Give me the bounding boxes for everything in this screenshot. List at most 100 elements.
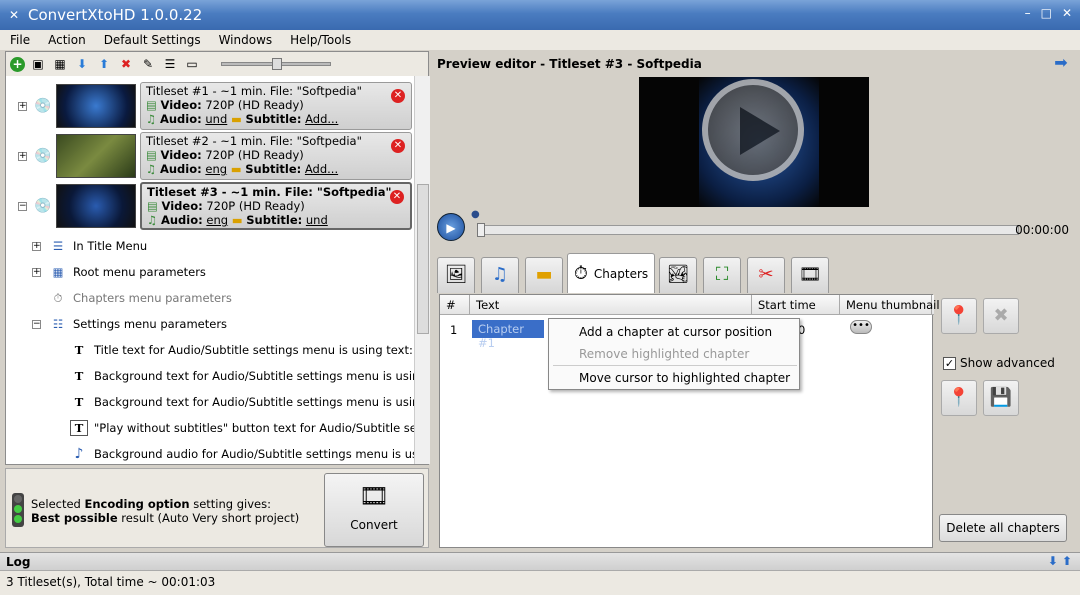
chapters-header: # Text Start time Menu thumbnail <box>440 295 940 315</box>
audio-link[interactable]: eng <box>205 162 227 176</box>
subtitle-link[interactable]: Add... <box>305 112 338 126</box>
stopwatch-icon: ⏱ <box>573 263 588 284</box>
titleset-card[interactable]: Titleset #1 - ~1 min. File: "Softpedia" … <box>140 82 412 130</box>
collapse-icon[interactable]: − <box>32 319 41 329</box>
save-chapters-icon[interactable]: 💾 <box>983 380 1019 416</box>
save-icon[interactable]: ▣ <box>29 55 47 73</box>
film-icon: ▤ <box>146 148 157 162</box>
add-icon[interactable]: + <box>10 56 25 72</box>
ctx-add-chapter[interactable]: Add a chapter at cursor position <box>579 325 772 339</box>
delete-all-chapters-button[interactable]: Delete all chapters <box>939 514 1067 542</box>
chapter-text[interactable]: Chapter #1 <box>472 320 544 350</box>
audio-link[interactable]: eng <box>206 213 228 227</box>
button-text-icon: T <box>70 420 88 436</box>
tree-settings-item[interactable]: T Background text for Audio/Subtitle set… <box>70 391 414 413</box>
tab-subtitle-icon[interactable]: ▬ <box>525 257 563 293</box>
delete-titleset-icon[interactable]: ✕ <box>391 89 405 103</box>
tab-chapters[interactable]: ⏱ Chapters <box>567 253 655 293</box>
expand-icon[interactable]: + <box>18 102 27 111</box>
col-num[interactable]: # <box>440 295 470 314</box>
monitor-icon[interactable]: ▭ <box>183 55 201 73</box>
show-advanced[interactable]: ✓ Show advanced <box>943 356 1055 370</box>
zoom-slider[interactable] <box>221 58 331 70</box>
tree-settings-item[interactable]: T Title text for Audio/Subtitle settings… <box>70 339 414 361</box>
col-start-time[interactable]: Start time <box>752 295 840 314</box>
titleset-card[interactable]: Titleset #2 - ~1 min. File: "Softpedia" … <box>140 132 412 180</box>
split-icon[interactable]: ▦ <box>51 55 69 73</box>
menu-windows[interactable]: Windows <box>209 33 281 47</box>
list-icon[interactable]: ☰ <box>161 55 179 73</box>
titleset-thumbnail <box>56 184 136 228</box>
move-up-icon[interactable]: ⬆ <box>95 55 113 73</box>
playback-time: 00:00:00 <box>1015 223 1069 237</box>
add-chapter-icon[interactable]: 📍 <box>941 298 977 334</box>
window-title: ConvertXtoHD 1.0.0.22 <box>28 6 203 24</box>
tree-root-menu[interactable]: + ▦ Root menu parameters <box>32 261 206 283</box>
tree-settings-item[interactable]: T Background text for Audio/Subtitle set… <box>70 365 414 387</box>
expand-icon[interactable]: + <box>32 241 41 251</box>
titleset-card[interactable]: Titleset #3 - ~1 min. File: "Softpedia" … <box>140 182 412 230</box>
tree-chapters-menu[interactable]: ⏱ Chapters menu parameters <box>49 287 232 309</box>
tab-video-icon[interactable]: 🖼 <box>437 257 475 293</box>
play-overlay-icon[interactable] <box>702 79 804 181</box>
log-down-icon[interactable]: ⬇ <box>1048 554 1058 568</box>
col-text[interactable]: Text <box>470 295 752 314</box>
tree-settings-menu[interactable]: − ☷ Settings menu parameters <box>32 313 227 335</box>
expand-icon[interactable]: + <box>32 267 41 277</box>
tab-resize-icon[interactable]: ⛶ <box>703 257 741 293</box>
position-marker-icon[interactable]: ● <box>471 209 480 220</box>
show-advanced-checkbox[interactable]: ✓ <box>943 356 956 370</box>
tab-cut-icon[interactable]: ✂ <box>747 257 785 293</box>
log-bar: Log ⬇ ⬆ <box>0 552 1080 570</box>
delete-titleset-icon[interactable]: ✕ <box>390 190 404 204</box>
subtitle-link[interactable]: Add... <box>305 162 338 176</box>
tab-audio-icon[interactable]: ♫ <box>481 257 519 293</box>
titleset-title: Titleset #1 - ~1 min. File: "Softpedia" <box>146 84 362 98</box>
ctx-move-cursor[interactable]: Move cursor to highlighted chapter <box>579 371 790 385</box>
menu-default-settings[interactable]: Default Settings <box>94 33 209 47</box>
tab-filmstrip-icon[interactable]: 🎞 <box>791 257 829 293</box>
col-menu-thumbnail[interactable]: Menu thumbnail <box>840 295 940 314</box>
menu-help-tools[interactable]: Help/Tools <box>280 33 359 47</box>
import-chapters-icon[interactable]: 📍 <box>941 380 977 416</box>
arrow-right-icon[interactable]: ➡ <box>1051 53 1071 73</box>
more-options-icon[interactable]: ••• <box>850 320 872 334</box>
seek-knob[interactable] <box>477 223 485 237</box>
titleset-1[interactable]: + 💿 Titleset #1 - ~1 min. File: "Softped… <box>18 82 414 130</box>
collapse-icon[interactable]: − <box>18 202 27 211</box>
play-icon[interactable]: ▶ <box>437 213 465 241</box>
titleset-2[interactable]: + 💿 Titleset #2 - ~1 min. File: "Softped… <box>18 132 414 180</box>
seek-track[interactable] <box>477 225 1019 235</box>
music-icon: ♫ <box>147 213 158 227</box>
tab-menu-background-icon[interactable]: 🏞 <box>659 257 697 293</box>
subtitle-link[interactable]: und <box>306 213 328 227</box>
remove-chapter-icon[interactable]: ✖ <box>983 298 1019 334</box>
expand-icon[interactable]: + <box>18 152 27 161</box>
titleset-title: Titleset #2 - ~1 min. File: "Softpedia" <box>146 134 362 148</box>
tree-settings-item[interactable]: T "Play without subtitles" button text f… <box>70 417 414 439</box>
minimize-icon[interactable]: – <box>1025 6 1031 20</box>
remove-icon[interactable]: ✖ <box>117 55 135 73</box>
context-menu: Add a chapter at cursor position Remove … <box>548 318 800 390</box>
maximize-icon[interactable]: □ <box>1041 6 1052 20</box>
toolbar: + ▣ ▦ ⬇ ⬆ ✖ ✎ ☰ ▭ <box>6 52 428 76</box>
root-menu-icon: ▦ <box>52 265 64 279</box>
delete-titleset-icon[interactable]: ✕ <box>391 139 405 153</box>
audio-link[interactable]: und <box>205 112 227 126</box>
titleset-3[interactable]: − 💿 Titleset #3 - ~1 min. File: "Softped… <box>18 182 414 230</box>
log-up-icon[interactable]: ⬆ <box>1062 554 1072 568</box>
convert-button[interactable]: 🎞 Convert <box>324 473 424 547</box>
dvd-icon: 💿 <box>34 98 52 114</box>
tree-scrollbar-thumb[interactable] <box>417 184 429 334</box>
menu-file[interactable]: File <box>0 33 38 47</box>
tools-icon[interactable]: ✎ <box>139 55 157 73</box>
close-icon[interactable]: ✕ <box>1062 6 1072 20</box>
tree-in-title-menu[interactable]: + ☰ In Title Menu <box>32 235 147 257</box>
settings-menu-icon: ☷ <box>52 317 64 331</box>
tree-scrollbar[interactable] <box>414 76 430 464</box>
tree-settings-item[interactable]: ♪ Background audio for Audio/Subtitle se… <box>70 443 414 464</box>
menu-action[interactable]: Action <box>38 33 94 47</box>
video-preview[interactable] <box>639 77 869 207</box>
move-down-icon[interactable]: ⬇ <box>73 55 91 73</box>
zoom-slider-knob[interactable] <box>272 58 282 70</box>
